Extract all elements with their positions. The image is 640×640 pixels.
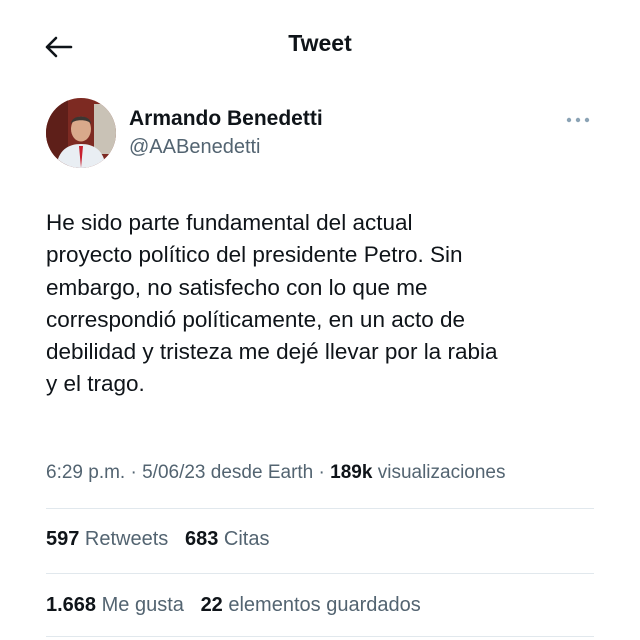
tweet-text: He sido parte fundamental del actual pro… [46, 207, 606, 401]
more-dots-icon [566, 117, 590, 123]
divider [46, 573, 594, 574]
quotes-count: 683 [184, 528, 219, 550]
tweet-date[interactable]: 5/06/23 [142, 462, 205, 483]
author-handle[interactable]: @AABenedetti [129, 136, 261, 159]
likes-count: 1.668 [46, 594, 97, 616]
bookmarks-stat[interactable]: 22 elementos guardados [201, 594, 421, 616]
likes-label: Me gusta [96, 594, 184, 616]
views-label: visualizaciones [372, 462, 506, 483]
retweets-count: 597 [46, 528, 80, 550]
tweet-text-line: He sido parte fundamental del actual [46, 210, 413, 235]
retweets-stat[interactable]: 597 Retweets [46, 528, 168, 550]
retweets-label: Retweets [79, 528, 169, 550]
views-count: 189k [330, 462, 373, 483]
likes-stat[interactable]: 1.668 Me gusta [46, 594, 184, 616]
meta-separator: · [125, 462, 143, 483]
tweet-time[interactable]: 6:29 p.m. [46, 462, 125, 483]
tweet-text-line: correspondió políticamente, en un acto d… [46, 306, 466, 332]
stats-row-likes: 1.668 Me gusta 22 elementos guardados [46, 594, 421, 617]
tweet-text-line: embargo, no satisfecho con lo que me [46, 274, 428, 300]
meta-separator: · [313, 462, 331, 483]
tweet-header: Tweet [0, 0, 640, 90]
bookmarks-count: 22 [200, 594, 223, 616]
divider [46, 508, 594, 509]
bookmarks-label: elementos guardados [222, 594, 421, 616]
tweet-text-line: debilidad y tristeza me dejé llevar por … [46, 339, 498, 365]
avatar-image [46, 98, 116, 168]
tweet-source: desde Earth [205, 462, 314, 483]
divider [46, 636, 594, 637]
tweet-text-line: proyecto político del presidente Petro. … [46, 242, 463, 268]
more-options-button[interactable] [560, 108, 596, 132]
quotes-label: Citas [218, 528, 270, 550]
author-name[interactable]: Armando Benedetti [129, 107, 323, 131]
tweet-text-line: y el trago. [46, 371, 145, 397]
tweet-meta: 6:29 p.m. · 5/06/23 desde Earth · 189k v… [46, 462, 506, 484]
quotes-stat[interactable]: 683 Citas [185, 528, 270, 550]
avatar[interactable] [46, 98, 116, 168]
page-title: Tweet [288, 30, 352, 56]
stats-row-reposts: 597 Retweets 683 Citas [46, 528, 269, 551]
